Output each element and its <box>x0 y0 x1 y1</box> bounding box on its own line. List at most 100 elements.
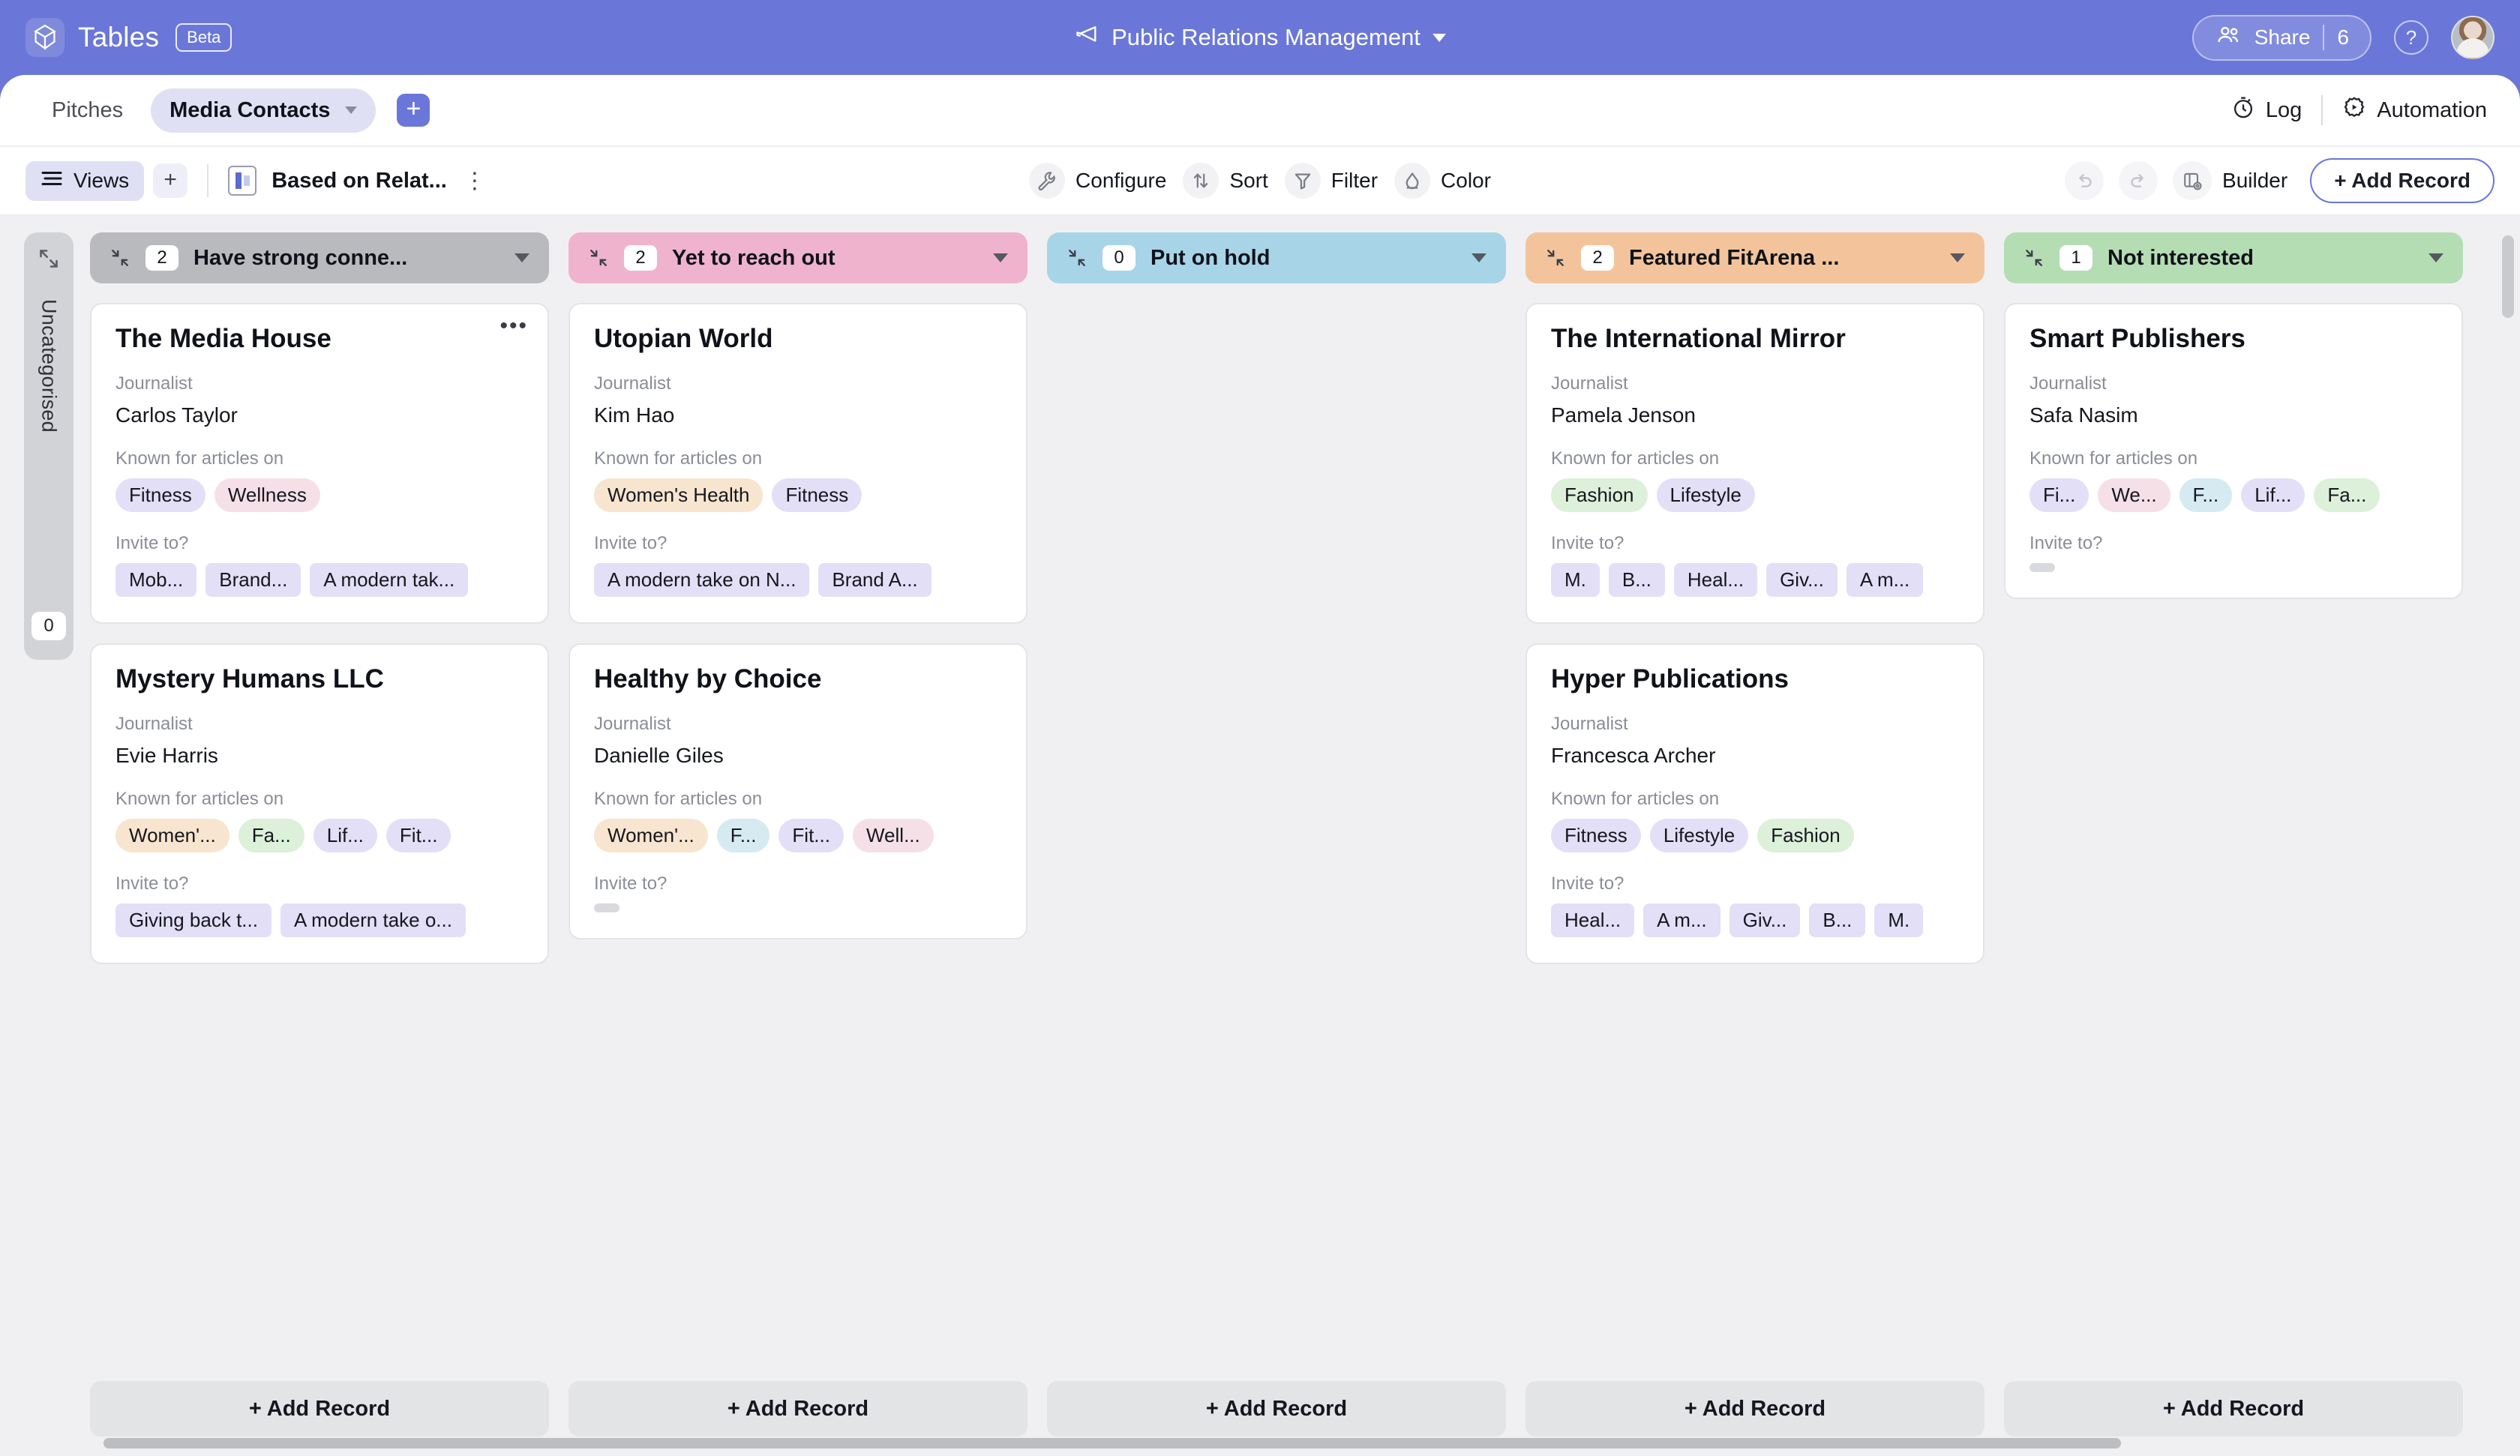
configure-button[interactable]: Configure <box>1029 163 1166 199</box>
column-add-record-button[interactable]: + Add Record <box>568 1381 1028 1437</box>
board-vertical-scrollbar[interactable] <box>2502 235 2514 318</box>
field-label-invite-to: Invite to? <box>116 873 189 894</box>
known-for-chip[interactable]: Fi... <box>2030 478 2090 512</box>
column-header[interactable]: 0 Put on hold <box>1047 232 1506 283</box>
known-for-chip[interactable]: Women'... <box>116 819 230 852</box>
known-for-chip[interactable]: Fashion <box>1757 819 1854 852</box>
known-for-chip[interactable]: Fa... <box>238 819 304 852</box>
known-for-chip[interactable]: Well... <box>852 819 934 852</box>
known-for-chip[interactable]: Fitness <box>772 478 862 512</box>
record-title: Smart Publishers <box>2030 324 2246 353</box>
invite-to-chip[interactable]: B... <box>1608 563 1665 597</box>
color-button[interactable]: Color <box>1394 163 1491 199</box>
known-for-chip[interactable]: Fa... <box>2314 478 2380 512</box>
collapse-arrows-icon[interactable] <box>1066 247 1088 268</box>
invite-to-chip[interactable]: M. <box>1874 903 1924 937</box>
known-for-chip[interactable]: F... <box>2179 478 2233 512</box>
document-title[interactable]: Public Relations Management <box>1074 24 1446 51</box>
expand-arrows-icon[interactable] <box>38 247 60 274</box>
known-for-chip[interactable]: We... <box>2098 478 2170 512</box>
views-button[interactable]: Views <box>26 160 145 201</box>
kebab-menu-icon[interactable]: ⋮ <box>464 168 488 194</box>
invite-to-chip[interactable]: Heal... <box>1673 563 1758 597</box>
known-for-chip[interactable]: Fit... <box>386 819 452 852</box>
field-value-journalist: Danielle Giles <box>594 744 724 767</box>
invite-to-chip[interactable]: A m... <box>1846 563 1924 597</box>
column-header[interactable]: 2 Featured FitArena ... <box>1526 232 1984 283</box>
sort-button[interactable]: Sort <box>1183 163 1268 199</box>
known-for-chips: Women'... Fa... Lif... Fit... <box>116 819 524 852</box>
record-card[interactable]: Healthy by Choice Journalist Danielle Gi… <box>568 643 1028 939</box>
column-add-record-button[interactable]: + Add Record <box>1047 1381 1506 1437</box>
invite-to-chip[interactable]: Giv... <box>1766 563 1838 597</box>
chevron-down-icon[interactable] <box>1472 253 1486 262</box>
invite-to-chip[interactable]: A m... <box>1643 903 1720 937</box>
kanban-column: 2 Yet to reach out Utopian World Journal… <box>568 232 1028 1456</box>
record-card[interactable]: Smart Publishers Journalist Safa Nasim K… <box>2004 303 2463 599</box>
chevron-down-icon[interactable] <box>993 253 1008 262</box>
column-header[interactable]: 2 Yet to reach out <box>568 232 1028 283</box>
known-for-chip[interactable]: Lif... <box>313 819 377 852</box>
add-table-button[interactable]: + <box>397 94 430 127</box>
builder-button[interactable]: Builder <box>2173 161 2288 200</box>
log-button[interactable]: Log <box>2231 95 2302 125</box>
avatar[interactable] <box>2451 16 2494 59</box>
invite-to-chip[interactable]: A modern tak... <box>310 563 469 597</box>
add-record-button[interactable]: + Add Record <box>2310 158 2494 203</box>
invite-to-chip[interactable]: B... <box>1809 903 1866 937</box>
column-add-record-button[interactable]: + Add Record <box>2004 1381 2463 1437</box>
collapse-arrows-icon[interactable] <box>2024 247 2044 268</box>
undo-arrow-icon[interactable] <box>2065 161 2104 200</box>
chevron-down-icon[interactable] <box>514 253 530 262</box>
known-for-chip[interactable]: Women's Health <box>594 478 764 512</box>
invite-to-chip[interactable]: Heal... <box>1551 903 1635 937</box>
column-header[interactable]: 1 Not interested <box>2004 232 2463 283</box>
record-card[interactable]: Hyper Publications Journalist Francesca … <box>1526 643 1984 964</box>
chevron-down-icon[interactable] <box>2428 253 2444 262</box>
record-card[interactable]: Utopian World Journalist Kim Hao Known f… <box>568 303 1028 624</box>
known-for-chip[interactable]: Lif... <box>2241 478 2306 512</box>
tab-media-contacts[interactable]: Media Contacts <box>151 88 376 133</box>
known-for-chip[interactable]: Fashion <box>1551 478 1648 512</box>
known-for-chip[interactable]: Fitness <box>116 478 206 512</box>
share-button[interactable]: Share 6 <box>2192 14 2372 61</box>
known-for-chip[interactable]: Fitness <box>1551 819 1641 852</box>
current-view[interactable]: Based on Relat... <box>228 166 447 196</box>
known-for-chip[interactable]: Lifestyle <box>1649 819 1749 852</box>
known-for-chip[interactable]: F... <box>716 819 770 852</box>
filter-button[interactable]: Filter <box>1284 163 1378 199</box>
record-card[interactable]: ••• The Media House Journalist Carlos Ta… <box>90 303 549 624</box>
invite-to-chip[interactable]: Brand A... <box>818 563 932 597</box>
known-for-chip[interactable]: Lifestyle <box>1656 478 1755 512</box>
question-mark-icon[interactable]: ? <box>2394 20 2428 55</box>
invite-to-chip[interactable]: Giv... <box>1729 903 1801 937</box>
redo-arrow-icon[interactable] <box>2119 161 2158 200</box>
invite-to-chip[interactable]: Mob... <box>116 563 197 597</box>
collapsed-column-uncategorised[interactable]: Uncategorised 0 <box>24 232 74 660</box>
chevron-down-icon[interactable] <box>1950 253 1965 262</box>
invite-to-chip[interactable]: Giving back t... <box>116 903 272 937</box>
collapse-arrows-icon[interactable] <box>588 247 609 268</box>
ellipsis-icon[interactable]: ••• <box>500 315 528 337</box>
invite-to-chip[interactable]: A modern take on N... <box>594 563 810 597</box>
field-label-journalist: Journalist <box>1551 373 1628 394</box>
known-for-chip[interactable]: Women'... <box>594 819 708 852</box>
invite-to-chip[interactable]: A modern take o... <box>280 903 466 937</box>
known-for-chip[interactable]: Fit... <box>778 819 844 852</box>
column-header[interactable]: 2 Have strong conne... <box>90 232 549 283</box>
add-view-button[interactable]: + <box>153 163 188 198</box>
record-card[interactable]: The International Mirror Journalist Pame… <box>1526 303 1984 624</box>
column-title: Not interested <box>2108 245 2254 270</box>
record-title: Mystery Humans LLC <box>116 664 384 694</box>
known-for-chip[interactable]: Wellness <box>214 478 320 512</box>
collapse-arrows-icon[interactable] <box>110 247 130 268</box>
tab-pitches[interactable]: Pitches <box>33 88 142 133</box>
board-horizontal-scrollbar[interactable] <box>104 1438 2121 1449</box>
column-add-record-button[interactable]: + Add Record <box>1526 1381 1984 1437</box>
collapse-arrows-icon[interactable] <box>1545 247 1566 268</box>
column-add-record-button[interactable]: + Add Record <box>90 1381 549 1437</box>
invite-to-chip[interactable]: Brand... <box>206 563 302 597</box>
invite-to-chip[interactable]: M. <box>1551 563 1600 597</box>
record-card[interactable]: Mystery Humans LLC Journalist Evie Harri… <box>90 643 549 964</box>
automation-button[interactable]: Automation <box>2342 95 2487 125</box>
